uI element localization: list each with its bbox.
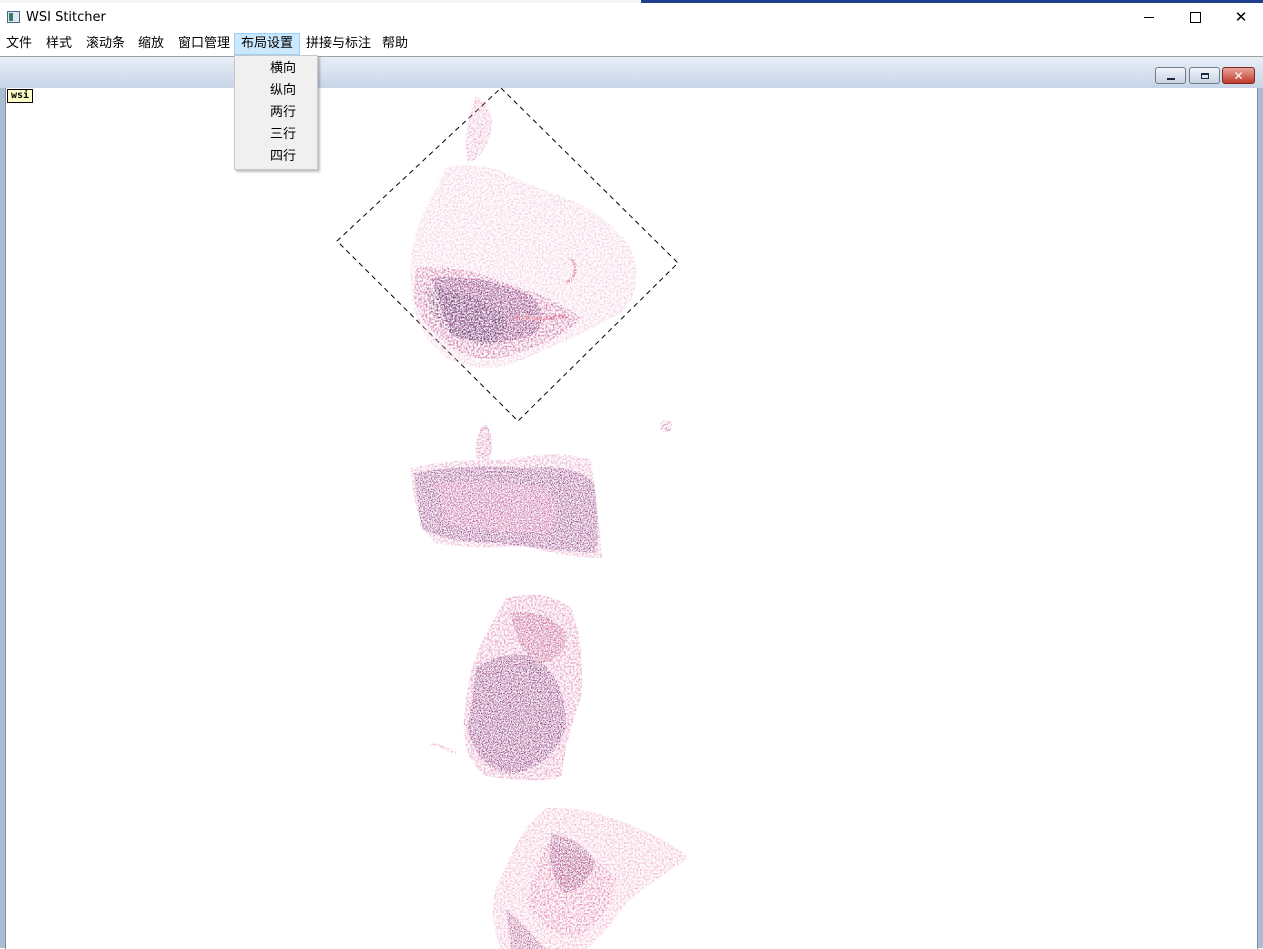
menu-window-management[interactable]: 窗口管理 xyxy=(172,34,236,54)
subwindow-title-tag: wsi xyxy=(7,89,34,103)
layout-vertical-label: 纵向 xyxy=(270,83,297,98)
layout-two-rows-label: 两行 xyxy=(270,105,297,120)
layout-four-rows-label: 四行 xyxy=(270,149,297,164)
subwindow-close-button[interactable]: ✕ xyxy=(1222,67,1255,84)
tissue-section-4[interactable] xyxy=(492,807,689,949)
close-icon: ✕ xyxy=(1234,8,1248,26)
layout-horizontal-item[interactable]: 横向 xyxy=(236,58,316,80)
menu-file[interactable]: 文件 xyxy=(0,34,38,54)
mdi-area: ✕ wsi xyxy=(0,56,1263,949)
menu-help[interactable]: 帮助 xyxy=(376,34,414,54)
wsi-canvas[interactable]: wsi xyxy=(5,88,1258,949)
menu-layout-settings[interactable]: 布局设置 xyxy=(234,33,301,55)
menu-stitch-annotate[interactable]: 拼接与标注 xyxy=(300,34,377,54)
maximize-button[interactable] xyxy=(1172,3,1218,32)
restore-icon xyxy=(1200,72,1209,79)
layout-two-rows-item[interactable]: 两行 xyxy=(236,102,316,124)
layout-horizontal-label: 横向 xyxy=(270,61,297,76)
tissue-section-2[interactable] xyxy=(411,420,672,558)
tissue-section-3[interactable] xyxy=(430,594,583,781)
title-bar: WSI Stitcher ✕ xyxy=(0,3,1263,33)
minimize-button[interactable] xyxy=(1126,3,1172,32)
slide-view xyxy=(336,88,689,949)
tissue-section-1[interactable] xyxy=(336,88,679,422)
layout-three-rows-item[interactable]: 三行 xyxy=(236,124,316,146)
subwindow-restore-button[interactable] xyxy=(1189,67,1220,84)
layout-settings-dropdown: 横向 纵向 两行 三行 四行 xyxy=(234,55,318,170)
menu-style[interactable]: 样式 xyxy=(40,34,78,54)
menu-zoom[interactable]: 缩放 xyxy=(132,34,170,54)
close-button[interactable]: ✕ xyxy=(1218,3,1263,32)
layout-vertical-item[interactable]: 纵向 xyxy=(236,80,316,102)
subwindow-minimize-button[interactable] xyxy=(1155,67,1186,84)
app-icon xyxy=(7,11,20,23)
close-icon: ✕ xyxy=(1233,68,1244,83)
window-title: WSI Stitcher xyxy=(26,10,106,25)
minimize-icon xyxy=(1144,17,1154,18)
maximize-icon xyxy=(1189,12,1201,23)
layout-three-rows-label: 三行 xyxy=(270,127,297,142)
layout-four-rows-item[interactable]: 四行 xyxy=(236,146,316,168)
minimize-icon xyxy=(1166,77,1175,80)
subwindow-controls-strip: ✕ xyxy=(0,57,1263,88)
menu-scrollbar[interactable]: 滚动条 xyxy=(80,34,131,54)
menu-bar: 文件 样式 滚动条 缩放 窗口管理 布局设置 拼接与标注 帮助 xyxy=(0,33,1263,55)
